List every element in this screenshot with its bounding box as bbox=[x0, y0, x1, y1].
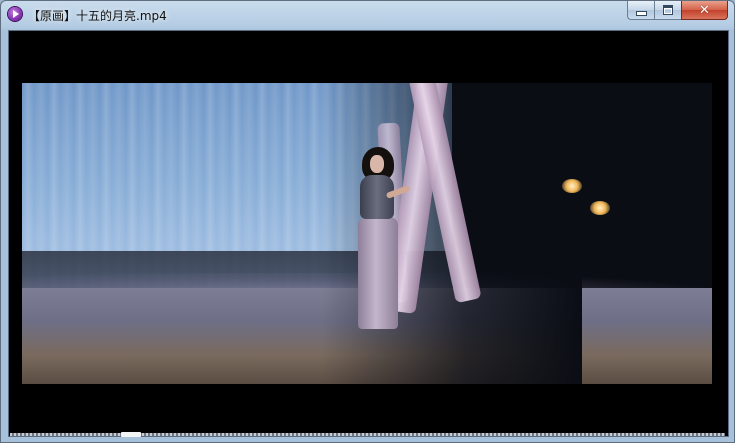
singer-skirt bbox=[358, 217, 398, 329]
seek-thumb[interactable] bbox=[121, 432, 141, 437]
window-title: 【原画】十五的月亮.mp4 bbox=[28, 9, 167, 23]
close-icon: ✕ bbox=[699, 2, 710, 18]
seek-bar[interactable] bbox=[10, 432, 725, 437]
stage-light bbox=[562, 179, 582, 193]
minimize-button[interactable] bbox=[627, 1, 654, 20]
video-frame[interactable] bbox=[22, 83, 712, 384]
close-button[interactable]: ✕ bbox=[681, 1, 728, 20]
stage-light bbox=[590, 201, 610, 215]
title-bar[interactable]: 【原画】十五的月亮.mp4 ✕ bbox=[1, 1, 734, 29]
singer-face bbox=[370, 155, 384, 173]
minimize-icon bbox=[635, 10, 647, 16]
singer-figure bbox=[348, 147, 411, 329]
maximize-button[interactable] bbox=[654, 1, 681, 20]
maximize-icon bbox=[663, 5, 673, 15]
caption-buttons: ✕ bbox=[627, 1, 728, 20]
player-window: 【原画】十五的月亮.mp4 ✕ bbox=[0, 0, 735, 443]
video-area[interactable] bbox=[8, 30, 729, 437]
media-player-play-icon[interactable] bbox=[8, 7, 22, 21]
